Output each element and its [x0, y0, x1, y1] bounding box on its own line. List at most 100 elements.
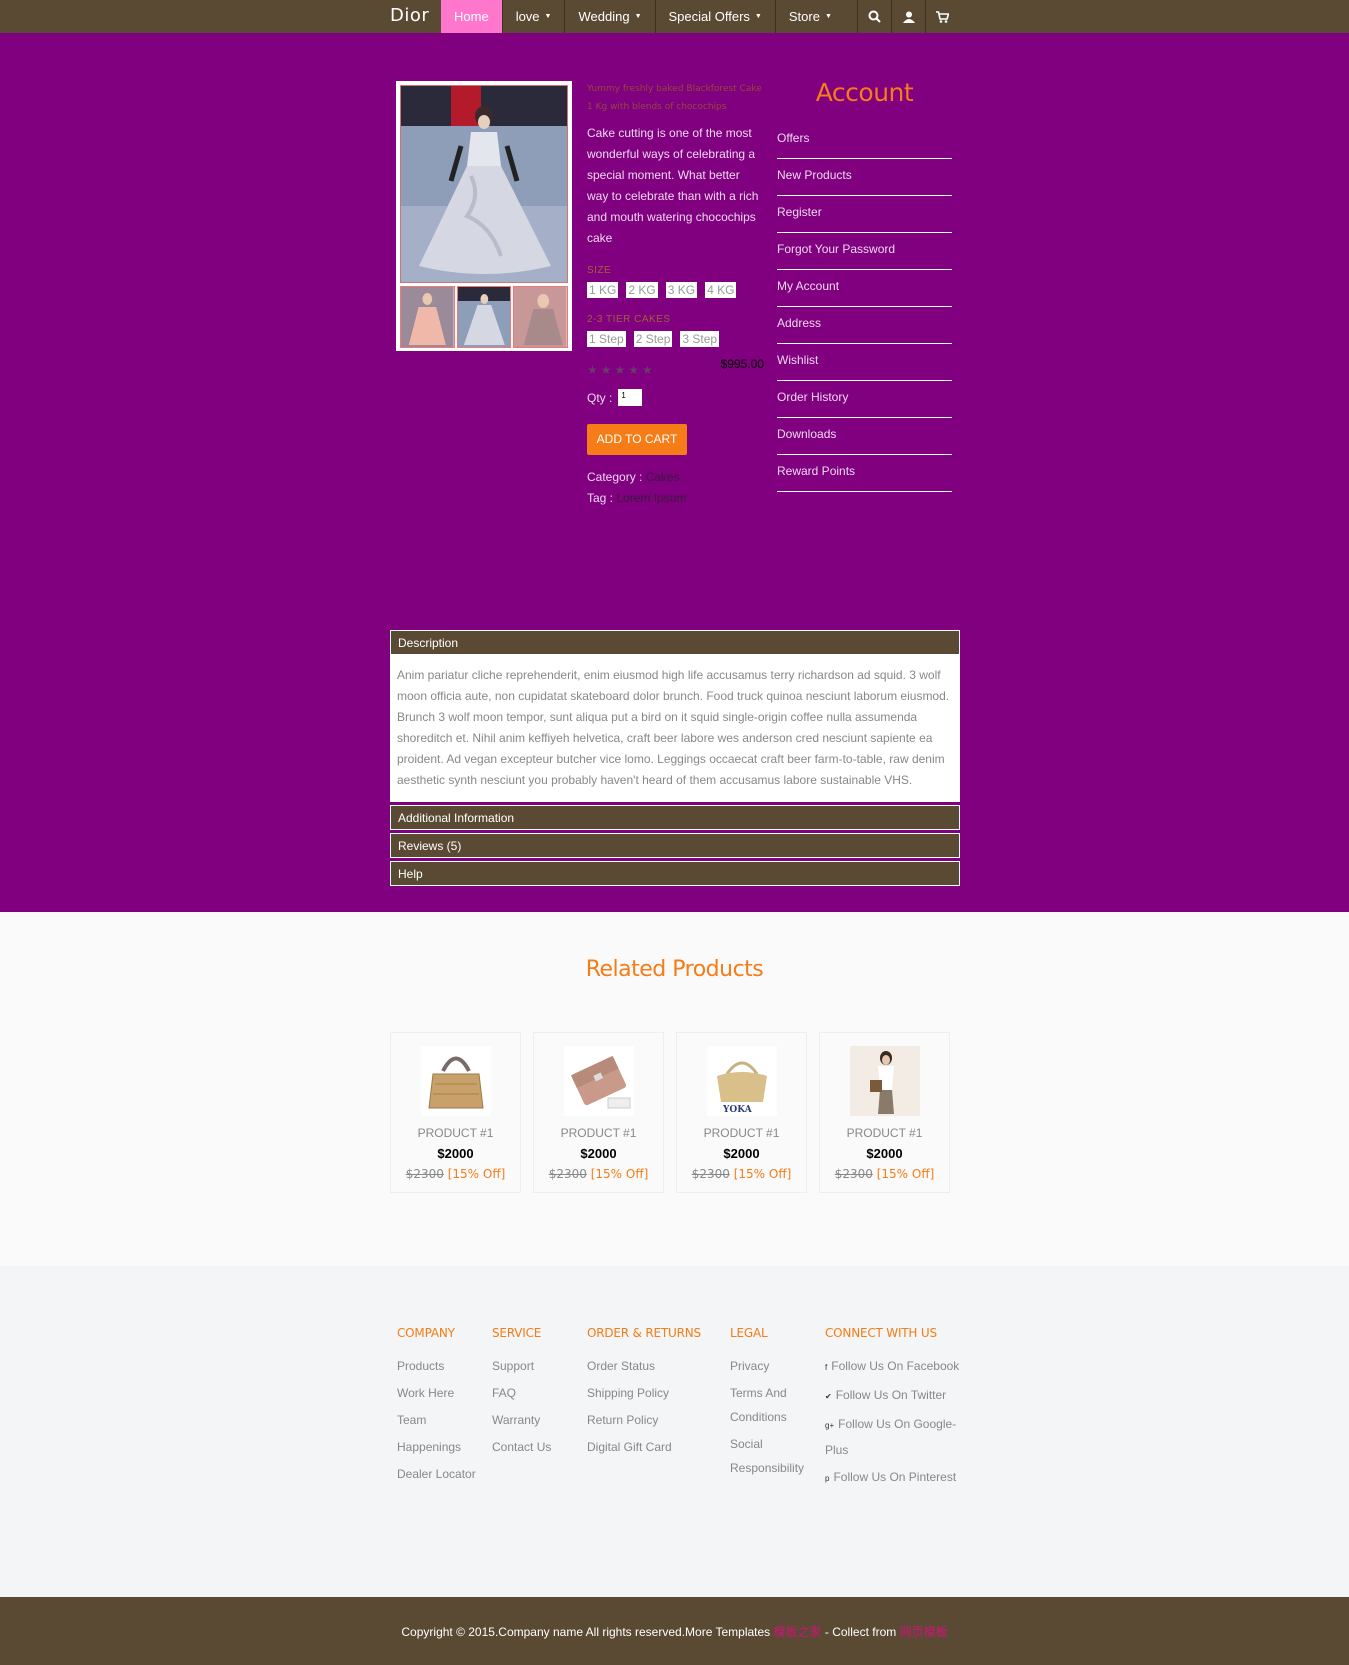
- account-item-address[interactable]: Address: [777, 307, 952, 344]
- product-name[interactable]: PRODUCT #1: [677, 1126, 806, 1140]
- footer-link-twitter[interactable]: ✔ Follow Us On Twitter: [825, 1383, 960, 1409]
- nav-home[interactable]: Home: [441, 0, 502, 33]
- cart-icon[interactable]: [925, 0, 959, 33]
- qty-label: Qty :: [587, 390, 613, 405]
- product-old-price-row: $2300 [15% Off]: [534, 1167, 663, 1181]
- product-discount: [15% Off]: [447, 1167, 506, 1181]
- product-card[interactable]: YOKA PRODUCT #1 $2000 $2300 [15% Off]: [676, 1032, 807, 1193]
- chevron-down-icon: ▼: [544, 13, 552, 20]
- tier-option-1[interactable]: 1 Step: [587, 331, 626, 347]
- tag-link[interactable]: Lorem Ipsum: [616, 491, 686, 505]
- quantity-input[interactable]: 1: [618, 389, 643, 406]
- footer-column-company: COMPANY Products Work Here Team Happenin…: [397, 1326, 482, 1489]
- more-templates-link[interactable]: 模板之家: [774, 1625, 822, 1639]
- product-old-price: $2300: [834, 1167, 873, 1181]
- account-item-reward-points[interactable]: Reward Points: [777, 455, 952, 492]
- chevron-down-icon: ▼: [634, 13, 642, 20]
- product-image-wallet[interactable]: [563, 1046, 634, 1116]
- category-link[interactable]: Cakes: [646, 470, 680, 484]
- footer-link-google-plus[interactable]: g+ Follow Us On Google-Plus: [825, 1412, 960, 1462]
- account-item-forgot-password[interactable]: Forgot Your Password: [777, 233, 952, 270]
- twitter-icon: ✔: [825, 1392, 832, 1401]
- size-option-1kg[interactable]: 1 KG: [587, 282, 619, 298]
- nav-wedding[interactable]: Wedding ▼: [564, 0, 654, 33]
- rating-stars[interactable]: ★★★★★: [587, 363, 656, 377]
- accordion-reviews-header[interactable]: Reviews (5): [390, 833, 960, 858]
- accordion-help-header[interactable]: Help: [390, 861, 960, 886]
- footer-link-contact-us[interactable]: Contact Us: [492, 1435, 577, 1459]
- footer-link-work-here[interactable]: Work Here: [397, 1381, 482, 1405]
- user-icon[interactable]: [891, 0, 925, 33]
- product-name[interactable]: PRODUCT #1: [820, 1126, 949, 1140]
- product-old-price-row: $2300 [15% Off]: [820, 1167, 949, 1181]
- tier-option-3[interactable]: 3 Step: [680, 331, 720, 347]
- product-card[interactable]: PRODUCT #1 $2000 $2300 [15% Off]: [390, 1032, 521, 1193]
- nav-special-offers[interactable]: Special Offers ▼: [654, 0, 775, 33]
- nav-special-offers-label: Special Offers: [668, 9, 750, 24]
- account-item-my-account[interactable]: My Account: [777, 270, 952, 307]
- footer-heading-connect: CONNECT WITH US: [825, 1326, 937, 1340]
- add-to-cart-button[interactable]: ADD TO CART: [587, 424, 687, 455]
- copyright-mid: - Collect from: [824, 1625, 897, 1639]
- product-name[interactable]: PRODUCT #1: [391, 1126, 520, 1140]
- footer-link-faq[interactable]: FAQ: [492, 1381, 577, 1405]
- footer-link-pinterest[interactable]: p Follow Us On Pinterest: [825, 1465, 960, 1491]
- account-item-wishlist[interactable]: Wishlist: [777, 344, 952, 381]
- product-main-image[interactable]: [400, 85, 568, 283]
- product-image-model[interactable]: [849, 1046, 920, 1116]
- footer-link-products[interactable]: Products: [397, 1354, 482, 1378]
- tag-label: Tag :: [587, 491, 614, 505]
- account-item-new-products[interactable]: New Products: [777, 159, 952, 196]
- nav-home-label: Home: [454, 9, 489, 24]
- footer-link-facebook-label: Follow Us On Facebook: [831, 1359, 960, 1373]
- product-card[interactable]: PRODUCT #1 $2000 $2300 [15% Off]: [533, 1032, 664, 1193]
- accordion-description-header[interactable]: Description: [390, 630, 960, 655]
- footer-link-social-responsibility[interactable]: Social Responsibility: [730, 1432, 815, 1480]
- account-item-offers[interactable]: Offers: [777, 122, 952, 159]
- nav-love[interactable]: love ▼: [501, 0, 565, 33]
- site-footer: COMPANY Products Work Here Team Happenin…: [0, 1266, 1349, 1597]
- account-item-order-history[interactable]: Order History: [777, 381, 952, 418]
- thumbnail-2[interactable]: [456, 286, 512, 348]
- google-plus-icon: g+: [825, 1421, 835, 1430]
- product-name[interactable]: PRODUCT #1: [534, 1126, 663, 1140]
- brand-logo[interactable]: Dior: [390, 5, 429, 26]
- product-image-gold-bag[interactable]: YOKA: [706, 1046, 777, 1116]
- footer-link-pinterest-label: Follow Us On Pinterest: [833, 1470, 957, 1484]
- collect-from-link[interactable]: 网页模板: [900, 1625, 948, 1639]
- account-item-register[interactable]: Register: [777, 196, 952, 233]
- footer-link-dealer-locator[interactable]: Dealer Locator: [397, 1462, 482, 1486]
- footer-link-facebook[interactable]: f Follow Us On Facebook: [825, 1354, 960, 1380]
- footer-link-support[interactable]: Support: [492, 1354, 577, 1378]
- size-option-4kg[interactable]: 4 KG: [705, 282, 737, 298]
- product-price: $2000: [437, 1146, 474, 1161]
- account-item-downloads[interactable]: Downloads: [777, 418, 952, 455]
- footer-link-privacy[interactable]: Privacy: [730, 1354, 815, 1378]
- product-old-price: $2300: [691, 1167, 730, 1181]
- size-option-3kg[interactable]: 3 KG: [665, 282, 698, 298]
- product-promo-text: Yummy freshly baked Blackforest Cake 1 K…: [587, 84, 762, 112]
- footer-link-terms[interactable]: Terms And Conditions: [730, 1381, 815, 1429]
- thumbnail-1[interactable]: [400, 286, 455, 348]
- tier-option-2[interactable]: 2 Step: [633, 331, 673, 347]
- related-products-title: Related Products: [585, 957, 764, 982]
- search-icon[interactable]: [857, 0, 891, 33]
- product-card[interactable]: PRODUCT #1 $2000 $2300 [15% Off]: [819, 1032, 950, 1193]
- category-label: Category :: [587, 470, 643, 484]
- footer-link-happenings[interactable]: Happenings: [397, 1435, 482, 1459]
- product-old-price: $2300: [405, 1167, 444, 1181]
- product-image-handbag[interactable]: [420, 1046, 491, 1116]
- product-price: $2000: [723, 1146, 760, 1161]
- footer-link-warranty[interactable]: Warranty: [492, 1408, 577, 1432]
- footer-link-return-policy[interactable]: Return Policy: [587, 1408, 722, 1432]
- footer-link-shipping-policy[interactable]: Shipping Policy: [587, 1381, 722, 1405]
- nav-love-label: love: [515, 9, 540, 24]
- footer-link-order-status[interactable]: Order Status: [587, 1354, 722, 1378]
- tier-label: 2-3 TIER CAKES: [587, 314, 671, 325]
- footer-heading-orders: ORDER & RETURNS: [587, 1326, 701, 1340]
- accordion-additional-header[interactable]: Additional Information: [390, 805, 960, 830]
- footer-link-team[interactable]: Team: [397, 1408, 482, 1432]
- thumbnail-3[interactable]: [513, 286, 569, 348]
- size-option-2kg[interactable]: 2 KG: [626, 282, 658, 298]
- footer-link-gift-card[interactable]: Digital Gift Card: [587, 1435, 722, 1459]
